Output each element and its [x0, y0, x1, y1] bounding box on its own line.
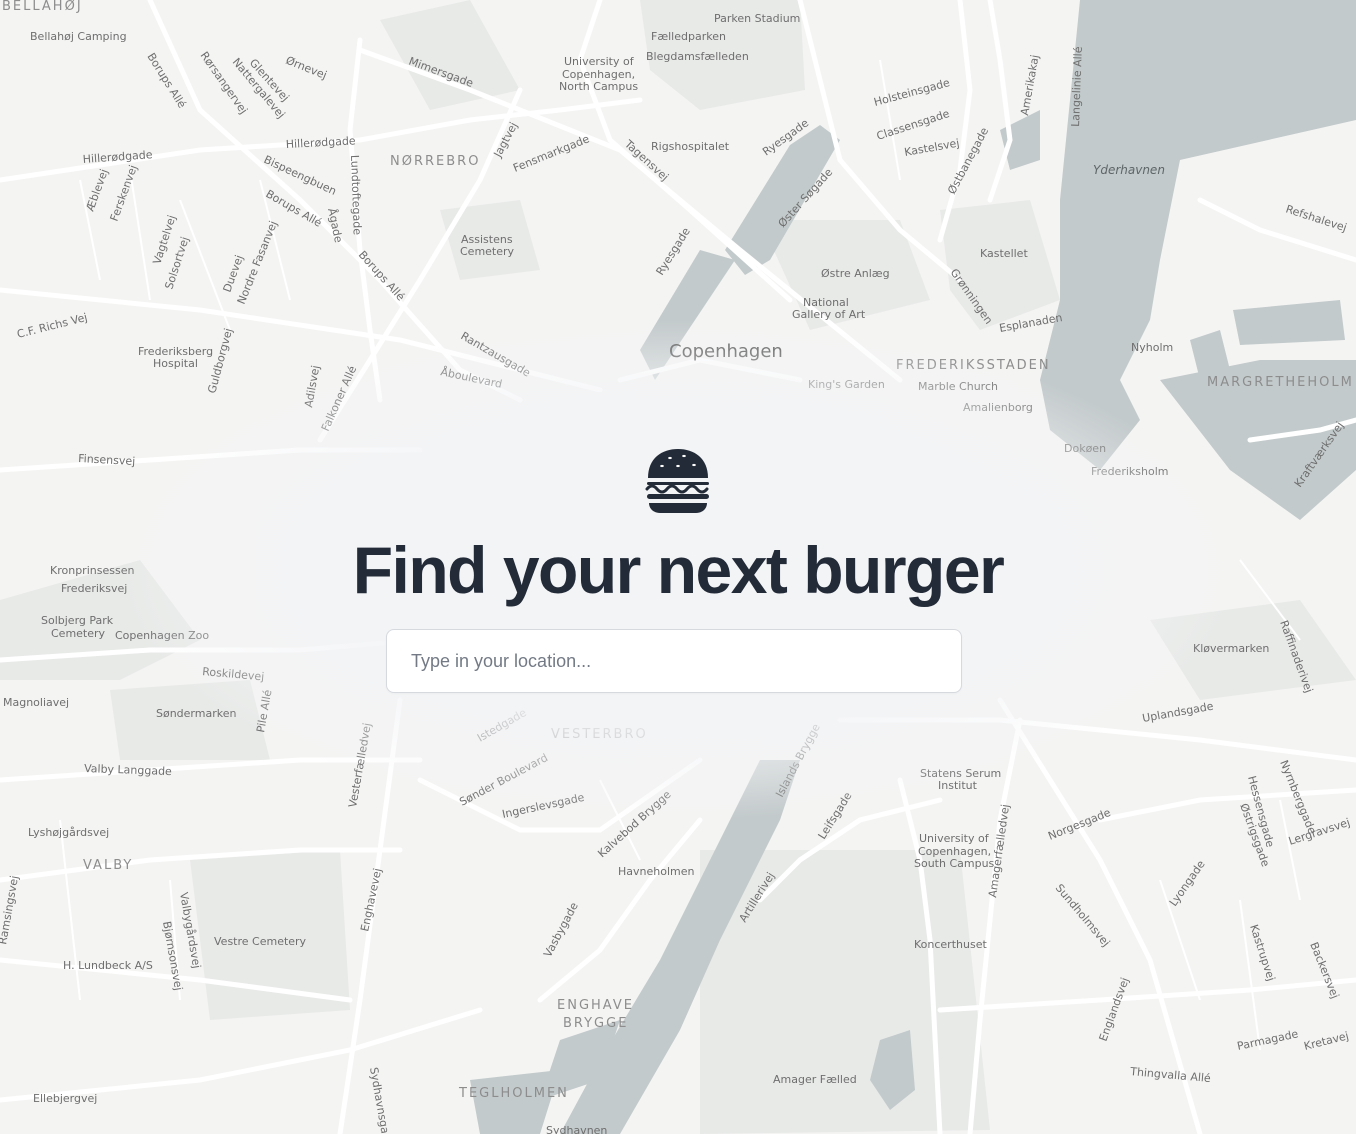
place-label: Hospital [153, 357, 198, 370]
district-label: NØRREBRO [390, 154, 480, 169]
place-label: Havneholmen [618, 865, 695, 878]
place-label: Blegdamsfælleden [646, 50, 749, 63]
district-label: VESTERBRO [551, 727, 648, 742]
street-label: Ellebjergvej [33, 1092, 97, 1105]
place-label: Amager Fælled [773, 1073, 857, 1086]
place-label: Bellahøj Camping [30, 30, 127, 43]
place-label: Østre Anlæg [821, 267, 890, 280]
place-label: Copenhagen Zoo [115, 629, 209, 642]
city-label: Copenhagen [669, 341, 783, 362]
place-label: Institut [938, 779, 978, 792]
place-label: Søndermarken [156, 707, 236, 720]
place-label: North Campus [559, 80, 638, 93]
place-label: Parken Stadium [714, 12, 800, 25]
district-label: TEGLHOLMEN [458, 1086, 569, 1101]
place-label: Marble Church [918, 380, 998, 393]
location-search [386, 629, 962, 693]
place-label: Gallery of Art [792, 308, 866, 321]
burger-icon [645, 449, 709, 513]
district-label: BELLAHØJ [2, 0, 83, 14]
district-label: MARGRETHEHOLM [1207, 375, 1354, 390]
place-label: Kløvermarken [1193, 642, 1269, 655]
place-label: Sydhavnen [546, 1124, 607, 1134]
place-label: Rigshospitalet [651, 140, 730, 153]
place-label: Koncerthuset [914, 938, 987, 951]
street-label: Lyshøjgårdsvej [28, 826, 109, 839]
place-label: Kastellet [980, 247, 1028, 260]
place-label: University of [919, 832, 990, 845]
page-title: Find your next burger [352, 533, 1005, 607]
hero: Find your next burger [0, 446, 1356, 610]
district-label: ENGHAVE [557, 998, 634, 1013]
app-root: NØRREBRO FREDERIKSSTADEN MARGRETHEHOLM V… [0, 0, 1356, 1134]
place-label: Solbjerg Park [41, 614, 114, 627]
district-label: FREDERIKSSTADEN [896, 358, 1051, 373]
place-label: Cemetery [460, 245, 515, 258]
place-label: Amalienborg [963, 401, 1033, 414]
place-label: King's Garden [808, 378, 885, 391]
place-label: Cemetery [51, 627, 106, 640]
district-label: VALBY [83, 858, 133, 873]
place-label: University of [564, 55, 635, 68]
place-label: Nyholm [1131, 341, 1173, 354]
street-label: Magnoliavej [3, 696, 69, 709]
district-label: BRYGGE [563, 1016, 628, 1031]
location-input[interactable] [386, 629, 962, 693]
place-label: South Campus [914, 857, 995, 870]
place-label: Vestre Cemetery [214, 935, 307, 948]
place-label: H. Lundbeck A/S [63, 959, 153, 972]
water-label: Yderhavnen [1093, 163, 1165, 177]
place-label: Fælledparken [651, 30, 726, 43]
